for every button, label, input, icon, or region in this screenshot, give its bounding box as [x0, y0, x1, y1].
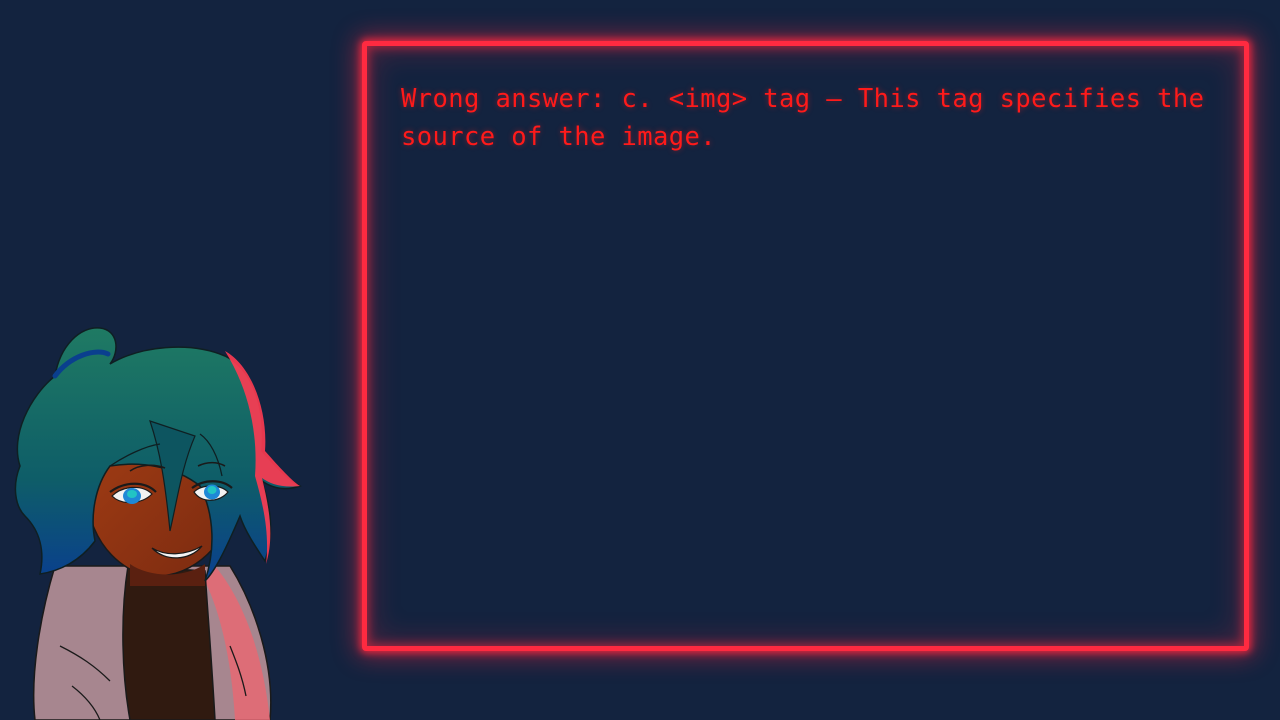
dialogue-text: Wrong answer: c. <img> tag — This tag sp… — [401, 84, 1205, 152]
game-scene: Wrong answer: c. <img> tag — This tag sp… — [0, 0, 1280, 720]
character-portrait-icon — [14, 327, 302, 720]
character-head — [14, 327, 302, 586]
character-body — [32, 565, 272, 720]
